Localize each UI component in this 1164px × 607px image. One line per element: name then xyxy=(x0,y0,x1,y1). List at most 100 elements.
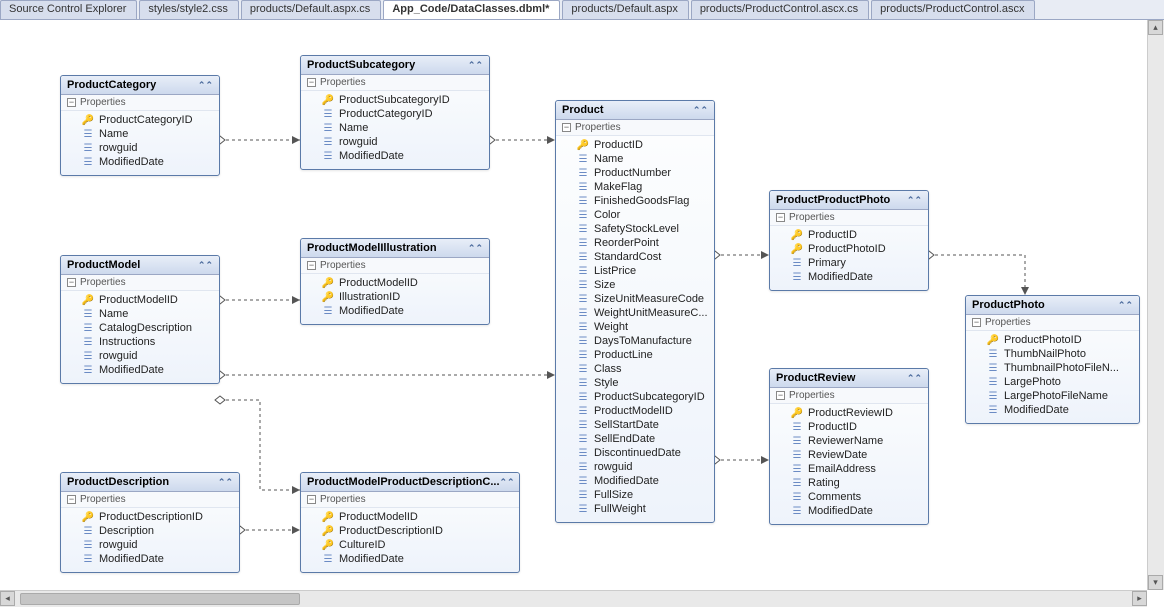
tab-2[interactable]: products/Default.aspx.cs xyxy=(241,0,381,19)
property-row[interactable]: ☰ModifiedDate xyxy=(61,363,219,377)
property-row[interactable]: 🔑ProductDescriptionID xyxy=(301,524,519,538)
property-row[interactable]: ☰Color xyxy=(556,208,714,222)
properties-section-header[interactable]: −Properties xyxy=(556,120,714,136)
property-row[interactable]: ☰DaysToManufacture xyxy=(556,334,714,348)
entity-ProductReview[interactable]: ProductReview⌃⌃−Properties🔑ProductReview… xyxy=(769,368,929,525)
collapse-icon[interactable]: ⌃⌃ xyxy=(468,60,483,71)
property-row[interactable]: ☰StandardCost xyxy=(556,250,714,264)
scroll-right-button[interactable]: ▸ xyxy=(1132,591,1147,606)
collapse-icon[interactable]: ⌃⌃ xyxy=(907,195,922,206)
entity-header[interactable]: ProductDescription⌃⌃ xyxy=(61,473,239,492)
collapse-box-icon[interactable]: − xyxy=(67,98,76,107)
property-row[interactable]: ☰rowguid xyxy=(61,538,239,552)
property-row[interactable]: ☰WeightUnitMeasureC... xyxy=(556,306,714,320)
dbml-canvas[interactable]: ProductCategory⌃⌃−Properties🔑ProductCate… xyxy=(0,20,1145,590)
collapse-icon[interactable]: ⌃⌃ xyxy=(907,373,922,384)
collapse-icon[interactable]: ⌃⌃ xyxy=(500,477,515,488)
property-row[interactable]: ☰FullSize xyxy=(556,488,714,502)
property-row[interactable]: 🔑ProductModelID xyxy=(301,510,519,524)
property-row[interactable]: ☰Primary xyxy=(770,256,928,270)
property-row[interactable]: ☰FinishedGoodsFlag xyxy=(556,194,714,208)
property-row[interactable]: ☰SizeUnitMeasureCode xyxy=(556,292,714,306)
property-row[interactable]: ☰MakeFlag xyxy=(556,180,714,194)
property-row[interactable]: 🔑ProductPhotoID xyxy=(770,242,928,256)
tab-0[interactable]: Source Control Explorer xyxy=(0,0,137,19)
entity-ProductCategory[interactable]: ProductCategory⌃⌃−Properties🔑ProductCate… xyxy=(60,75,220,176)
entity-ProductModelProductDescriptionC...[interactable]: ProductModelProductDescriptionC...⌃⌃−Pro… xyxy=(300,472,520,573)
property-row[interactable]: ☰ProductCategoryID xyxy=(301,107,489,121)
entity-ProductModelIllustration[interactable]: ProductModelIllustration⌃⌃−Properties🔑Pr… xyxy=(300,238,490,325)
property-row[interactable]: ☰LargePhotoFileName xyxy=(966,389,1139,403)
collapse-box-icon[interactable]: − xyxy=(67,278,76,287)
property-row[interactable]: 🔑ProductPhotoID xyxy=(966,333,1139,347)
property-row[interactable]: ☰Description xyxy=(61,524,239,538)
property-row[interactable]: ☰Size xyxy=(556,278,714,292)
property-row[interactable]: 🔑CultureID xyxy=(301,538,519,552)
property-row[interactable]: 🔑ProductModelID xyxy=(301,276,489,290)
entity-header[interactable]: ProductModelProductDescriptionC...⌃⌃ xyxy=(301,473,519,492)
property-row[interactable]: ☰rowguid xyxy=(61,349,219,363)
properties-section-header[interactable]: −Properties xyxy=(61,275,219,291)
property-row[interactable]: ☰Comments xyxy=(770,490,928,504)
property-row[interactable]: ☰Weight xyxy=(556,320,714,334)
property-row[interactable]: ☰CatalogDescription xyxy=(61,321,219,335)
entity-header[interactable]: Product⌃⌃ xyxy=(556,101,714,120)
property-row[interactable]: ☰ReorderPoint xyxy=(556,236,714,250)
property-row[interactable]: ☰rowguid xyxy=(556,460,714,474)
property-row[interactable]: ☰Class xyxy=(556,362,714,376)
property-row[interactable]: 🔑ProductID xyxy=(770,228,928,242)
property-row[interactable]: 🔑ProductSubcategoryID xyxy=(301,93,489,107)
property-row[interactable]: 🔑ProductDescriptionID xyxy=(61,510,239,524)
collapse-box-icon[interactable]: − xyxy=(307,261,316,270)
property-row[interactable]: ☰ProductSubcategoryID xyxy=(556,390,714,404)
properties-section-header[interactable]: −Properties xyxy=(61,95,219,111)
entity-header[interactable]: ProductCategory⌃⌃ xyxy=(61,76,219,95)
property-row[interactable]: 🔑ProductID xyxy=(556,138,714,152)
property-row[interactable]: ☰ModifiedDate xyxy=(301,304,489,318)
property-row[interactable]: ☰ProductNumber xyxy=(556,166,714,180)
property-row[interactable]: ☰Name xyxy=(61,127,219,141)
collapse-box-icon[interactable]: − xyxy=(307,495,316,504)
entity-ProductPhoto[interactable]: ProductPhoto⌃⌃−Properties🔑ProductPhotoID… xyxy=(965,295,1140,424)
property-row[interactable]: ☰ModifiedDate xyxy=(301,149,489,163)
property-row[interactable]: ☰Name xyxy=(301,121,489,135)
entity-Product[interactable]: Product⌃⌃−Properties🔑ProductID☰Name☰Prod… xyxy=(555,100,715,523)
property-row[interactable]: ☰EmailAddress xyxy=(770,462,928,476)
tab-3[interactable]: App_Code/DataClasses.dbml* xyxy=(383,0,560,19)
property-row[interactable]: ☰ReviewerName xyxy=(770,434,928,448)
property-row[interactable]: ☰Name xyxy=(556,152,714,166)
properties-section-header[interactable]: −Properties xyxy=(770,210,928,226)
entity-header[interactable]: ProductProductPhoto⌃⌃ xyxy=(770,191,928,210)
property-row[interactable]: ☰ModifiedDate xyxy=(770,504,928,518)
property-row[interactable]: ☰LargePhoto xyxy=(966,375,1139,389)
entity-ProductProductPhoto[interactable]: ProductProductPhoto⌃⌃−Properties 🔑Product… xyxy=(769,190,929,291)
horizontal-scrollbar[interactable]: ◂ ▸ xyxy=(0,590,1147,607)
designer-viewport[interactable]: ProductCategory⌃⌃−Properties🔑ProductCate… xyxy=(0,20,1164,590)
property-row[interactable]: ☰ModifiedDate xyxy=(770,270,928,284)
scroll-down-button[interactable]: ▾ xyxy=(1148,575,1163,590)
property-row[interactable]: 🔑ProductReviewID xyxy=(770,406,928,420)
collapse-box-icon[interactable]: − xyxy=(67,495,76,504)
property-row[interactable]: 🔑IllustrationID xyxy=(301,290,489,304)
property-row[interactable]: ☰DiscontinuedDate xyxy=(556,446,714,460)
property-row[interactable]: ☰Name xyxy=(61,307,219,321)
entity-ProductDescription[interactable]: ProductDescription⌃⌃−Properties🔑ProductD… xyxy=(60,472,240,573)
collapse-icon[interactable]: ⌃⌃ xyxy=(218,477,233,488)
entity-header[interactable]: ProductReview⌃⌃ xyxy=(770,369,928,388)
property-row[interactable]: ☰ThumbnailPhotoFileN... xyxy=(966,361,1139,375)
entity-header[interactable]: ProductModel⌃⌃ xyxy=(61,256,219,275)
property-row[interactable]: ☰ReviewDate xyxy=(770,448,928,462)
tab-4[interactable]: products/Default.aspx xyxy=(562,0,688,19)
vertical-scrollbar[interactable]: ▴ ▾ xyxy=(1147,20,1164,590)
collapse-icon[interactable]: ⌃⌃ xyxy=(693,105,708,116)
property-row[interactable]: ☰SellEndDate xyxy=(556,432,714,446)
property-row[interactable]: ☰Style xyxy=(556,376,714,390)
properties-section-header[interactable]: −Properties xyxy=(301,258,489,274)
property-row[interactable]: 🔑ProductModelID xyxy=(61,293,219,307)
tab-5[interactable]: products/ProductControl.ascx.cs xyxy=(691,0,869,19)
entity-ProductModel[interactable]: ProductModel⌃⌃−Properties 🔑ProductModelID… xyxy=(60,255,220,384)
entity-header[interactable]: ProductPhoto⌃⌃ xyxy=(966,296,1139,315)
entity-header[interactable]: ProductSubcategory⌃⌃ xyxy=(301,56,489,75)
property-row[interactable]: ☰FullWeight xyxy=(556,502,714,516)
property-row[interactable]: ☰ModifiedDate xyxy=(966,403,1139,417)
